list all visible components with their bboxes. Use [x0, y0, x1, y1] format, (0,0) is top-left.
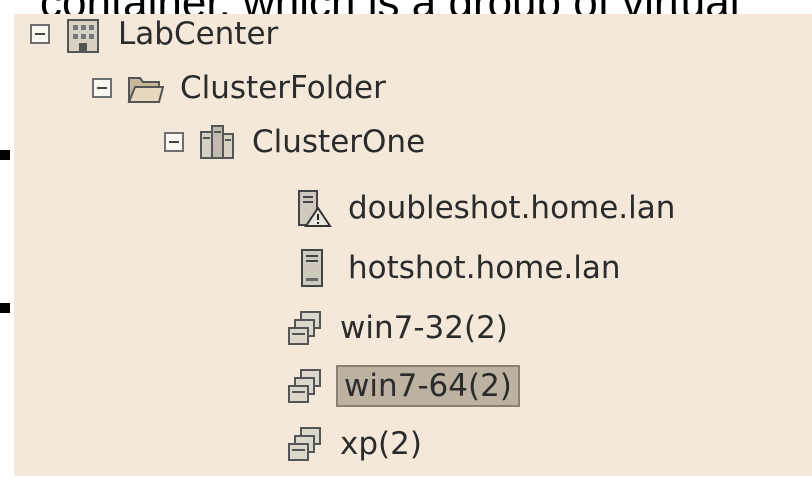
tree-node-label: doubleshot.home.lan: [348, 190, 676, 226]
tree-node-vapp-win7-64[interactable]: win7-64(2): [286, 360, 520, 412]
vapp-icon: [286, 424, 324, 464]
host-icon: [294, 248, 332, 288]
collapse-toggle[interactable]: [92, 78, 112, 98]
tree-node-clusterone[interactable]: ClusterOne: [164, 116, 429, 168]
collapse-toggle[interactable]: [30, 24, 50, 44]
tree-node-labcenter[interactable]: LabCenter: [30, 8, 282, 60]
tree-node-label: ClusterOne: [252, 124, 426, 160]
folder-icon: [126, 68, 164, 108]
tree-node-vapp-xp[interactable]: xp(2): [286, 418, 426, 470]
tree-node-host-doubleshot[interactable]: doubleshot.home.lan: [294, 182, 679, 234]
tree-node-label: LabCenter: [118, 16, 279, 52]
tree-node-clusterfolder[interactable]: ClusterFolder: [92, 62, 390, 114]
host-warning-icon: [294, 188, 332, 228]
vapp-icon: [286, 366, 324, 406]
vapp-icon: [286, 308, 324, 348]
tree-node-label: xp(2): [340, 426, 422, 462]
datacenter-icon: [64, 14, 102, 54]
background-bullet: [0, 303, 10, 313]
tree-node-label: ClusterFolder: [180, 70, 386, 106]
tree-node-host-hotshot[interactable]: hotshot.home.lan: [294, 242, 625, 294]
tree-node-label: win7-32(2): [340, 310, 508, 346]
tree-node-label-selected: win7-64(2): [336, 365, 520, 407]
cluster-icon: [198, 122, 236, 162]
inventory-tree: LabCenter ClusterFolder ClusterOne doubl…: [14, 14, 812, 476]
tree-node-vapp-win7-32[interactable]: win7-32(2): [286, 302, 512, 354]
background-bullet: [0, 150, 10, 160]
collapse-toggle[interactable]: [164, 132, 184, 152]
tree-node-label: hotshot.home.lan: [348, 250, 621, 286]
